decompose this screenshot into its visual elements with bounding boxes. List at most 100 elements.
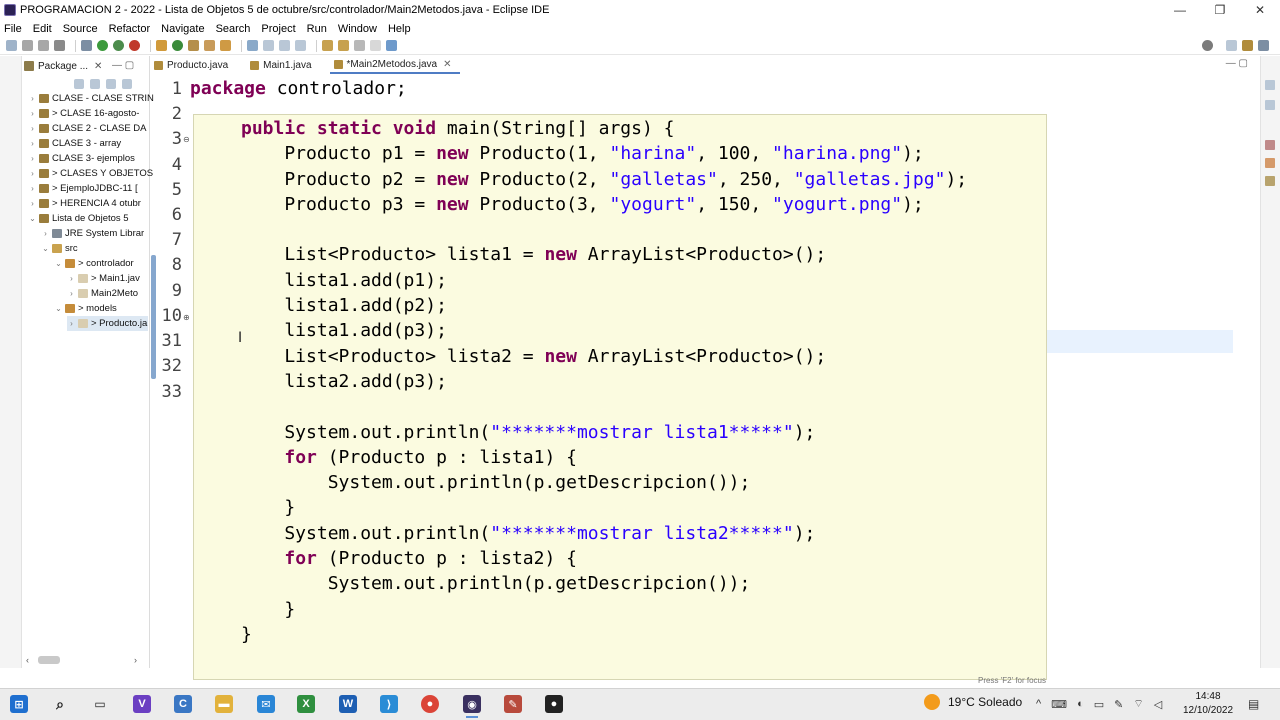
collapse-twisty-icon[interactable]: ⌄ (54, 304, 63, 313)
menu-help[interactable]: Help (388, 23, 411, 35)
vscode-icon[interactable]: ⟩ (380, 695, 398, 713)
run-icon[interactable] (97, 40, 108, 51)
tree-item[interactable]: › > Main1.jav (67, 271, 140, 286)
system-clock[interactable]: 14:48 12/10/2022 (1180, 690, 1236, 718)
prev-annotation-icon[interactable] (338, 40, 349, 51)
file-explorer-icon[interactable]: ▬ (215, 695, 233, 713)
pen-icon[interactable]: ✎ (1114, 698, 1123, 711)
tree-item-selected[interactable]: › > Producto.ja (67, 316, 148, 331)
vs-code-alt-icon[interactable]: C (174, 695, 192, 713)
chevron-up-icon[interactable]: ^ (1036, 698, 1041, 710)
code-line[interactable]: List<Producto> lista1 = new ArrayList<Pr… (241, 242, 967, 267)
problems-icon[interactable] (1265, 140, 1275, 150)
tree-item[interactable]: › > CLASE 16-agosto- (28, 106, 139, 121)
code-line[interactable]: lista1.add(p1); (241, 268, 967, 293)
expand-twisty-icon[interactable]: › (28, 109, 37, 118)
collapse-twisty-icon[interactable]: ⌄ (28, 214, 37, 223)
pin-editor-icon[interactable] (386, 40, 397, 51)
package-explorer-scrollbar[interactable] (151, 255, 156, 379)
excel-icon[interactable]: X (297, 695, 315, 713)
collapse-twisty-icon[interactable]: ⌄ (54, 259, 63, 268)
toggle-mark-icon[interactable] (247, 40, 258, 51)
close-tab-icon[interactable]: ✕ (443, 59, 451, 70)
new-class-icon[interactable] (172, 40, 183, 51)
expand-twisty-icon[interactable]: › (28, 139, 37, 148)
tree-item[interactable]: › > EjemploJDBC-11 [ (28, 181, 137, 196)
search-icon[interactable] (1202, 40, 1213, 51)
tree-item[interactable]: ⌄ > models (54, 301, 117, 316)
open-type-icon[interactable] (188, 40, 199, 51)
tree-item[interactable]: › > HERENCIA 4 otubr (28, 196, 141, 211)
save-icon[interactable] (22, 40, 33, 51)
show-source-icon[interactable] (295, 40, 306, 51)
expand-twisty-icon[interactable]: › (67, 319, 76, 328)
view-minimize-maximize[interactable]: — ▢ (112, 60, 134, 71)
tree-item[interactable]: › CLASE 3 - array (28, 136, 121, 151)
tab-main1-java[interactable]: Main1.java (246, 56, 319, 74)
tree-item[interactable]: › JRE System Librar (41, 226, 144, 241)
coverage-icon[interactable] (113, 40, 124, 51)
menu-navigate[interactable]: Navigate (161, 23, 204, 35)
fold-expand-icon[interactable]: ⊕ (183, 313, 190, 322)
forward-icon[interactable] (370, 40, 381, 51)
new-java-project-icon[interactable] (156, 40, 167, 51)
expand-twisty-icon[interactable]: › (28, 184, 37, 193)
menu-source[interactable]: Source (63, 23, 98, 35)
code-line[interactable]: System.out.println("*******mostrar lista… (241, 420, 967, 445)
expand-twisty-icon[interactable]: › (28, 199, 37, 208)
debug-perspective-icon[interactable] (1258, 40, 1269, 51)
wifi-icon[interactable]: ⌔ (1133, 697, 1143, 711)
code-line[interactable]: public static void main(String[] args) { (241, 116, 967, 141)
link-with-editor-icon[interactable] (90, 79, 100, 89)
code-line[interactable]: Producto p2 = new Producto(2, "galletas"… (241, 167, 967, 192)
code-line[interactable]: lista2.add(p3); (241, 369, 967, 394)
folded-code-text[interactable]: public static void main(String[] args) {… (241, 116, 967, 647)
hscroll-thumb[interactable] (38, 656, 60, 664)
terminal-icon[interactable] (54, 40, 65, 51)
code-line[interactable]: Producto p3 = new Producto(3, "yogurt", … (241, 192, 967, 217)
code-line[interactable]: } (241, 495, 967, 520)
expand-twisty-icon[interactable]: › (28, 154, 37, 163)
expand-twisty-icon[interactable]: › (41, 229, 50, 238)
outline-icon[interactable] (1265, 80, 1275, 90)
tree-item[interactable]: › CLASE 3- ejemplos (28, 151, 135, 166)
volume-icon[interactable]: ◁ (1154, 698, 1162, 711)
expand-twisty-icon[interactable]: › (67, 274, 76, 283)
menu-run[interactable]: Run (307, 23, 327, 35)
package-declaration[interactable]: package controlador; (190, 76, 407, 101)
search-icon[interactable]: ⌕ (51, 695, 69, 713)
debug-icon[interactable] (81, 40, 92, 51)
code-line[interactable]: for (Producto p : lista1) { (241, 445, 967, 470)
expand-twisty-icon[interactable]: › (28, 169, 37, 178)
package-explorer-hscroll[interactable]: ‹ › (26, 654, 144, 666)
paint-icon[interactable]: ✎ (504, 695, 522, 713)
whitespace-icon[interactable] (279, 40, 290, 51)
code-line[interactable]: System.out.println(p.getDescripcion()); (241, 470, 967, 495)
collapse-all-icon[interactable] (74, 79, 84, 89)
tab-producto-java[interactable]: Producto.java (150, 56, 236, 74)
code-line[interactable]: System.out.println("*******mostrar lista… (241, 521, 967, 546)
mail-icon[interactable]: ✉ (257, 695, 275, 713)
chrome-icon[interactable]: ● (421, 695, 439, 713)
menu-search[interactable]: Search (216, 23, 251, 35)
expand-twisty-icon[interactable]: › (28, 124, 37, 133)
code-line[interactable]: } (241, 622, 967, 647)
word-icon[interactable]: W (339, 695, 357, 713)
code-line[interactable]: } (241, 597, 967, 622)
tree-item[interactable]: › Main2Meto (67, 286, 138, 301)
menu-window[interactable]: Window (338, 23, 377, 35)
block-selection-icon[interactable] (263, 40, 274, 51)
code-line[interactable] (241, 217, 967, 242)
recorder-icon[interactable]: ● (545, 695, 563, 713)
code-line[interactable]: List<Producto> lista2 = new ArrayList<Pr… (241, 344, 967, 369)
network-icon[interactable]: ◐ (1077, 698, 1084, 710)
menu-file[interactable]: File (4, 23, 22, 35)
weather-widget[interactable]: 19°C Soleado (924, 694, 1022, 710)
menu-edit[interactable]: Edit (33, 23, 52, 35)
next-annotation-icon[interactable] (322, 40, 333, 51)
declaration-icon[interactable] (1265, 176, 1275, 186)
fold-collapse-icon[interactable]: ⊖ (183, 135, 190, 144)
package-explorer-tab[interactable]: Package ... ✕ (24, 58, 102, 74)
tab-main2metodos-java[interactable]: *Main2Metodos.java ✕ (329, 56, 460, 74)
expand-twisty-icon[interactable]: › (67, 289, 76, 298)
